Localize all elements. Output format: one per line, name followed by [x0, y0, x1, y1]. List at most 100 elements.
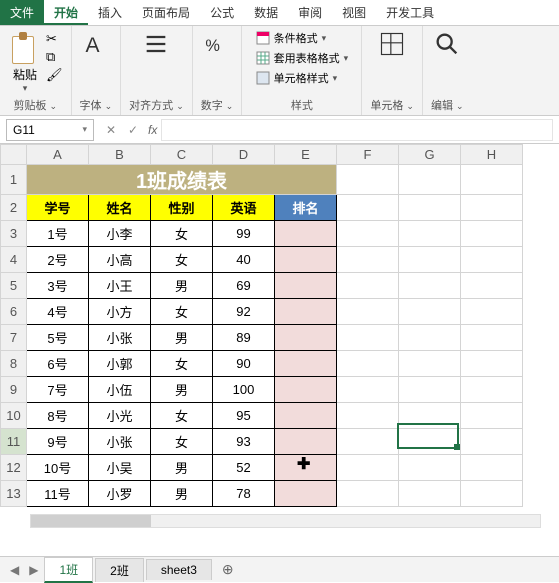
- h-scrollbar[interactable]: [30, 514, 541, 528]
- cell[interactable]: [337, 247, 399, 273]
- tab-页面布局[interactable]: 页面布局: [132, 0, 200, 25]
- table-header[interactable]: 排名: [275, 195, 337, 221]
- sheet-area[interactable]: ABCDEFGH11班成绩表2学号姓名性别英语排名31号小李女9942号小高女4…: [0, 144, 559, 556]
- cell[interactable]: [337, 195, 399, 221]
- h-scrollbar-thumb[interactable]: [31, 515, 151, 527]
- col-header-A[interactable]: A: [27, 145, 89, 165]
- cell[interactable]: [337, 221, 399, 247]
- tab-开发工具[interactable]: 开发工具: [376, 0, 444, 25]
- cell[interactable]: [399, 403, 461, 429]
- cell-style-button[interactable]: 单元格样式▾: [256, 70, 338, 86]
- cell[interactable]: 女: [151, 221, 213, 247]
- cell[interactable]: 小罗: [89, 481, 151, 507]
- col-header-D[interactable]: D: [213, 145, 275, 165]
- cell[interactable]: 93: [213, 429, 275, 455]
- cell[interactable]: [461, 429, 523, 455]
- table-title[interactable]: 1班成绩表: [27, 165, 337, 195]
- row-header-6[interactable]: 6: [1, 299, 27, 325]
- cell[interactable]: 女: [151, 429, 213, 455]
- cell[interactable]: 女: [151, 351, 213, 377]
- editing-button[interactable]: [433, 30, 461, 58]
- col-header-F[interactable]: F: [337, 145, 399, 165]
- cell[interactable]: 4号: [27, 299, 89, 325]
- select-all-corner[interactable]: [1, 145, 27, 165]
- cell[interactable]: 11号: [27, 481, 89, 507]
- row-header-7[interactable]: 7: [1, 325, 27, 351]
- cell[interactable]: [337, 481, 399, 507]
- cell[interactable]: 男: [151, 325, 213, 351]
- cell[interactable]: [399, 273, 461, 299]
- sheet-tab-sheet3[interactable]: sheet3: [146, 559, 212, 580]
- row-header-1[interactable]: 1: [1, 165, 27, 195]
- copy-icon[interactable]: ⧉: [46, 49, 63, 65]
- cells-button[interactable]: [378, 30, 406, 58]
- cell[interactable]: [399, 377, 461, 403]
- row-header-2[interactable]: 2: [1, 195, 27, 221]
- table-header[interactable]: 学号: [27, 195, 89, 221]
- cell[interactable]: 小张: [89, 429, 151, 455]
- cell[interactable]: [461, 455, 523, 481]
- cell[interactable]: 小李: [89, 221, 151, 247]
- row-header-11[interactable]: 11: [1, 429, 27, 455]
- cut-icon[interactable]: ✂: [46, 31, 63, 47]
- cell[interactable]: 男: [151, 273, 213, 299]
- cell[interactable]: [337, 273, 399, 299]
- table-format-button[interactable]: 套用表格格式▾: [256, 50, 349, 66]
- sheet-nav-next[interactable]: ▶: [25, 563, 42, 577]
- name-box[interactable]: G11 ▾: [6, 119, 94, 141]
- tab-插入[interactable]: 插入: [88, 0, 132, 25]
- cell[interactable]: 78: [213, 481, 275, 507]
- fx-label[interactable]: fx: [148, 123, 157, 137]
- cell[interactable]: 男: [151, 377, 213, 403]
- cell[interactable]: 小张: [89, 325, 151, 351]
- cell[interactable]: [337, 377, 399, 403]
- cell[interactable]: [399, 481, 461, 507]
- cell[interactable]: 小王: [89, 273, 151, 299]
- row-header-13[interactable]: 13: [1, 481, 27, 507]
- cell[interactable]: [399, 325, 461, 351]
- cell[interactable]: 女: [151, 403, 213, 429]
- tab-公式[interactable]: 公式: [200, 0, 244, 25]
- cell[interactable]: [275, 455, 337, 481]
- table-header[interactable]: 姓名: [89, 195, 151, 221]
- cell[interactable]: [275, 221, 337, 247]
- cell[interactable]: [275, 481, 337, 507]
- cell[interactable]: 女: [151, 247, 213, 273]
- cell[interactable]: 小吴: [89, 455, 151, 481]
- sheet-nav-prev[interactable]: ◀: [6, 563, 23, 577]
- cell[interactable]: [399, 195, 461, 221]
- cell[interactable]: [275, 351, 337, 377]
- cell[interactable]: [275, 273, 337, 299]
- cell[interactable]: [399, 351, 461, 377]
- formula-input[interactable]: [161, 119, 553, 141]
- conditional-format-button[interactable]: 条件格式▾: [256, 30, 327, 46]
- row-header-3[interactable]: 3: [1, 221, 27, 247]
- row-header-9[interactable]: 9: [1, 377, 27, 403]
- col-header-C[interactable]: C: [151, 145, 213, 165]
- cell[interactable]: 9号: [27, 429, 89, 455]
- table-header[interactable]: 性别: [151, 195, 213, 221]
- cell[interactable]: [461, 403, 523, 429]
- cell[interactable]: [337, 165, 399, 195]
- cell[interactable]: [337, 325, 399, 351]
- cell[interactable]: 1号: [27, 221, 89, 247]
- cell[interactable]: [461, 377, 523, 403]
- cell[interactable]: [337, 403, 399, 429]
- cell[interactable]: [461, 273, 523, 299]
- cell[interactable]: [461, 299, 523, 325]
- cell[interactable]: 男: [151, 455, 213, 481]
- cell[interactable]: [275, 299, 337, 325]
- cell[interactable]: [461, 325, 523, 351]
- cell[interactable]: 5号: [27, 325, 89, 351]
- cell[interactable]: [399, 165, 461, 195]
- tab-审阅[interactable]: 审阅: [288, 0, 332, 25]
- row-header-5[interactable]: 5: [1, 273, 27, 299]
- confirm-icon[interactable]: ✓: [122, 123, 144, 137]
- cell[interactable]: 小方: [89, 299, 151, 325]
- cell[interactable]: [275, 247, 337, 273]
- cell[interactable]: 男: [151, 481, 213, 507]
- cell[interactable]: 90: [213, 351, 275, 377]
- cell[interactable]: 40: [213, 247, 275, 273]
- cell[interactable]: 小光: [89, 403, 151, 429]
- cell[interactable]: 3号: [27, 273, 89, 299]
